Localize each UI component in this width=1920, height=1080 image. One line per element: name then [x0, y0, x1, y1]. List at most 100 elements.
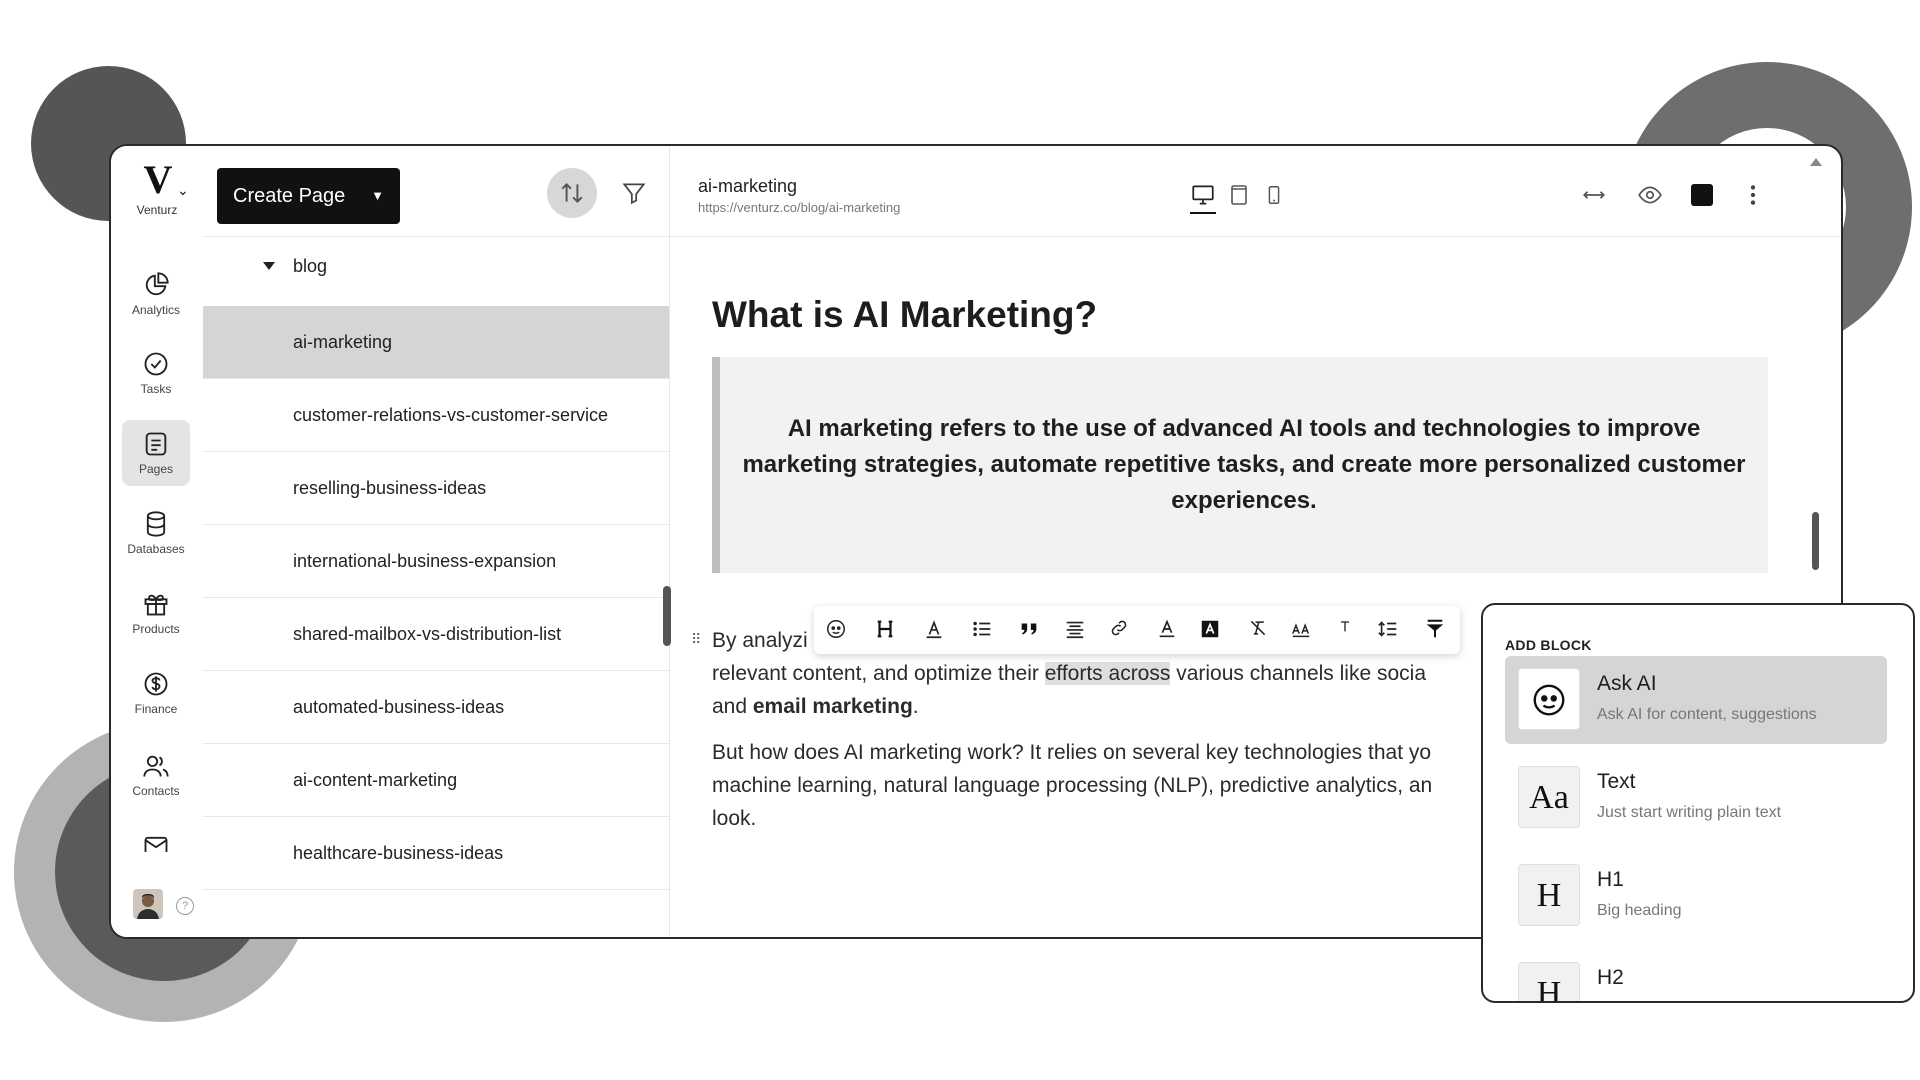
page-title: ai-marketing — [293, 332, 393, 352]
font-color-button[interactable] — [1154, 618, 1180, 642]
products-icon — [144, 594, 168, 616]
formatting-toolbar — [814, 606, 1460, 654]
block-option-text[interactable]: Aa Text Just start writing plain text — [1505, 754, 1887, 842]
align-center-icon — [1066, 621, 1084, 639]
list-item[interactable]: shared-mailbox-vs-distribution-list — [203, 598, 669, 671]
folder-blog[interactable]: blog — [203, 238, 669, 298]
brand-name: Venturz — [136, 203, 178, 217]
list-item[interactable]: customer-relations-vs-customer-service — [203, 379, 669, 452]
block-option-desc: Big heading — [1597, 902, 1682, 919]
mail-icon — [144, 836, 168, 852]
list-item[interactable]: ai-marketing — [203, 306, 669, 379]
caret-down-icon[interactable] — [263, 262, 275, 270]
desktop-icon[interactable] — [1190, 182, 1216, 208]
link-icon — [1111, 620, 1127, 636]
preview-eye-icon[interactable] — [1636, 182, 1664, 208]
page-title: international-business-expansion — [293, 551, 557, 571]
editor-header: ai-marketing https://venturz.co/blog/ai-… — [670, 146, 1841, 237]
font-color-icon — [1159, 619, 1175, 638]
rail-item-analytics[interactable]: Analytics — [122, 261, 190, 327]
theme-color-swatch[interactable] — [1691, 184, 1713, 206]
analytics-icon — [145, 272, 169, 296]
quote-button[interactable] — [1016, 618, 1042, 642]
highlight-color-icon — [1201, 620, 1219, 638]
rail-label: Finance — [134, 702, 178, 716]
create-page-button[interactable]: Create Page ▼ — [217, 168, 400, 224]
editor-scrollbar[interactable] — [1812, 512, 1819, 570]
paragraph-line: But how does AI marketing work? It relie… — [712, 741, 1432, 764]
rail-item-pages[interactable]: Pages — [122, 420, 190, 486]
link-button[interactable] — [1106, 618, 1132, 642]
line-height-icon — [1378, 621, 1397, 637]
rail-item-databases[interactable]: Databases — [122, 500, 190, 566]
more-vertical-icon[interactable] — [1740, 182, 1766, 208]
rail-item-products[interactable]: Products — [122, 580, 190, 646]
block-option-desc: Ask AI for content, suggestions — [1597, 706, 1817, 723]
page-slug: ai-marketing — [698, 176, 798, 196]
block-option-name: Text — [1597, 770, 1636, 793]
smiley-icon — [827, 620, 845, 638]
align-center-button[interactable] — [1062, 618, 1088, 642]
pages-panel-header: Create Page ▼ — [203, 146, 669, 237]
drag-handle-icon[interactable]: ⠿ — [691, 631, 701, 648]
text-style-button[interactable] — [921, 618, 947, 642]
add-block-title: ADD BLOCK — [1505, 637, 1592, 653]
text-run: various channels like socia — [1170, 662, 1427, 685]
rail-item-finance[interactable]: Finance — [122, 660, 190, 726]
block-option-name: H2 — [1597, 966, 1624, 989]
font-size-button[interactable] — [1288, 618, 1314, 642]
paragraph-line: relevant content, and optimize their eff… — [712, 657, 1492, 690]
filter-icon — [622, 183, 646, 205]
finance-icon — [144, 672, 168, 696]
heading-icon — [877, 620, 893, 638]
scroll-up-icon[interactable] — [1810, 158, 1822, 166]
sort-button[interactable] — [547, 168, 597, 218]
filter-button[interactable] — [609, 168, 659, 218]
quote-icon — [1021, 623, 1037, 635]
page-url[interactable]: https://venturz.co/blog/ai-marketing — [698, 200, 900, 215]
expand-width-icon[interactable] — [1581, 182, 1607, 208]
list-item[interactable]: reselling-business-ideas — [203, 452, 669, 525]
callout-block[interactable]: AI marketing refers to the use of advanc… — [712, 357, 1768, 573]
block-option-h2[interactable]: H H2 — [1505, 950, 1887, 1001]
page-title: ai-content-marketing — [293, 770, 458, 790]
content-heading[interactable]: What is AI Marketing? — [712, 294, 1097, 336]
bullet-list-button[interactable] — [969, 618, 995, 642]
small-caps-button[interactable] — [1332, 618, 1358, 642]
paragraph-block[interactable]: But how does AI marketing work? It relie… — [712, 736, 1492, 835]
heading-button[interactable] — [872, 618, 898, 642]
caret-down-icon[interactable]: ▼ — [371, 168, 384, 224]
tablet-icon[interactable] — [1227, 182, 1251, 208]
page-title: shared-mailbox-vs-distribution-list — [293, 624, 562, 644]
rail-item-tasks[interactable]: Tasks — [122, 340, 190, 406]
block-option-h1[interactable]: H H1 Big heading — [1505, 852, 1887, 940]
block-option-ask-ai[interactable]: Ask AI Ask AI for content, suggestions — [1505, 656, 1887, 744]
page-title: reselling-business-ideas — [293, 478, 487, 498]
line-height-button[interactable] — [1375, 618, 1401, 642]
highlight-color-button[interactable] — [1197, 618, 1223, 642]
sort-icon — [561, 182, 583, 204]
clear-format-button[interactable] — [1245, 618, 1271, 642]
bullet-list-icon — [973, 621, 991, 637]
page-title: automated-business-ideas — [293, 697, 505, 717]
list-item[interactable]: ai-content-marketing — [203, 744, 669, 817]
list-item[interactable]: automated-business-ideas — [203, 671, 669, 744]
ai-assist-button[interactable] — [823, 618, 849, 642]
mobile-icon[interactable] — [1263, 182, 1285, 208]
brand-switcher[interactable]: V ⌄ Venturz — [111, 156, 203, 217]
font-size-icon — [1292, 623, 1310, 638]
rail-item-mail[interactable] — [122, 822, 190, 852]
list-item[interactable]: international-business-expansion — [203, 525, 669, 598]
text-style-icon — [926, 620, 942, 639]
text-position-button[interactable] — [1422, 618, 1448, 642]
text-icon: Aa — [1518, 766, 1580, 828]
rail-item-contacts[interactable]: Contacts — [122, 742, 190, 808]
avatar[interactable] — [133, 889, 163, 919]
page-title: customer-relations-vs-customer-service — [293, 405, 609, 425]
list-item[interactable]: healthcare-business-ideas — [203, 817, 669, 890]
paragraph-line: and email marketing. — [712, 690, 1492, 723]
help-icon[interactable]: ? — [176, 897, 194, 915]
rail-label: Databases — [127, 542, 185, 556]
folder-label: blog — [293, 256, 328, 276]
heading-icon: H — [1518, 962, 1580, 1001]
